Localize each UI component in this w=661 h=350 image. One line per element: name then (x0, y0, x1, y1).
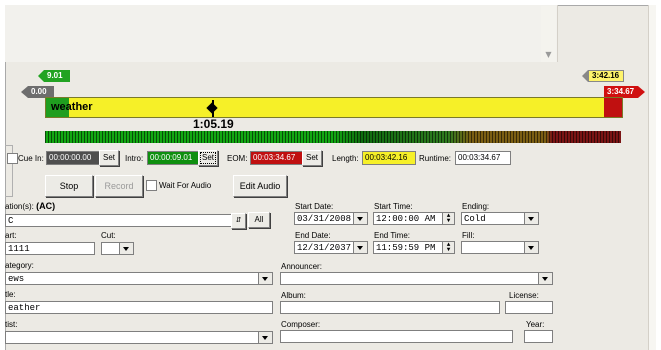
eom-set-button[interactable]: Set (302, 150, 322, 166)
fill-select[interactable] (461, 241, 539, 254)
cut-label: Cut: (101, 231, 116, 240)
audio-cart-editor: ▼ 9.01 0.00 3:42.16 3:34.67 weather 1:05… (0, 0, 661, 350)
intro-label: Intro: (125, 154, 144, 163)
year-input[interactable] (524, 330, 553, 343)
waveform-title: weather (51, 101, 93, 113)
announcer-select[interactable] (280, 272, 553, 285)
position-time: 1:05.19 (193, 117, 234, 131)
notes-scrollbar[interactable]: ▼ (541, 6, 556, 62)
eom-time: 00:03:34.67 (250, 151, 304, 165)
waveform-bar[interactable]: weather (45, 97, 623, 118)
end-time-value: 11:59:59 PM (376, 243, 436, 253)
stations-label: ation(s): (AC) (5, 201, 55, 211)
level-meter (45, 131, 621, 143)
album-input[interactable] (280, 301, 500, 314)
composer-input[interactable] (280, 330, 513, 343)
start-date-dropdown-icon[interactable] (353, 213, 367, 224)
cue-in-time: 00:00:00.00 (46, 151, 100, 165)
announcer-label: Announcer: (281, 262, 322, 271)
length-marker-flag[interactable]: 3:42.16 (582, 70, 624, 82)
cart-label: art: (5, 231, 17, 240)
fill-label: Fill: (462, 231, 475, 240)
category-label: ategory: (5, 261, 34, 270)
end-date-label: End Date: (295, 231, 331, 240)
end-time-spin-icon[interactable]: ▲ ▼ (442, 242, 454, 253)
year-label: Year: (526, 320, 545, 329)
ending-dropdown-icon[interactable] (524, 213, 538, 224)
start-time-picker[interactable]: 12:00:00 AM ▲ ▼ (373, 212, 455, 225)
runtime-label: Runtime: (419, 154, 452, 163)
cue-in-checkbox[interactable] (7, 153, 18, 164)
license-input[interactable] (505, 301, 553, 314)
stations-input-text: C (8, 216, 14, 226)
title-label: tle: (5, 290, 16, 299)
category-value: ews (8, 274, 25, 284)
record-button[interactable]: Record (95, 175, 143, 197)
notes-area[interactable] (5, 5, 558, 62)
start-date-value: 03/31/2008 (297, 214, 352, 224)
stop-button[interactable]: Stop (45, 175, 93, 197)
start-time-label: Start Time: (374, 202, 413, 211)
intro-marker-flag[interactable]: 9.01 (38, 70, 70, 82)
composer-label: Composer: (281, 320, 321, 329)
length-label: Length: (332, 154, 359, 163)
stations-label-text: ation(s): (5, 202, 34, 211)
cart-input[interactable]: 1111 (5, 242, 95, 255)
cue-in-label: Cue In: (18, 154, 44, 163)
end-date-picker[interactable]: 12/31/2037 (294, 241, 368, 254)
stations-value: (AC) (36, 201, 56, 211)
cart-input-text: 1111 (8, 244, 30, 254)
fill-dropdown-icon[interactable] (524, 242, 538, 253)
end-time-picker[interactable]: 11:59:59 PM ▲ ▼ (373, 241, 455, 254)
length-time: 00:03:42.16 (362, 151, 416, 165)
start-date-label: Start Date: (295, 202, 334, 211)
announcer-dropdown-icon[interactable] (538, 273, 552, 284)
category-dropdown-icon[interactable] (258, 273, 272, 284)
ending-label: Ending: (462, 202, 490, 211)
artist-select[interactable] (5, 331, 273, 344)
stations-input[interactable]: C (5, 214, 246, 227)
title-input[interactable]: eather (5, 301, 273, 314)
stations-spin-icon[interactable]: ⇵ (231, 213, 246, 229)
license-label: License: (509, 291, 539, 300)
wait-for-audio-label: Wait For Audio (159, 181, 212, 190)
title-input-text: eather (8, 303, 41, 313)
right-divider (648, 5, 656, 350)
album-label: Album: (281, 291, 306, 300)
cut-select[interactable] (101, 242, 134, 255)
end-date-value: 12/31/2037 (297, 243, 352, 253)
intro-time: 00:00:09.01 (147, 151, 199, 165)
end-date-dropdown-icon[interactable] (353, 242, 367, 253)
runtime-time: 00:03:34.67 (455, 151, 511, 165)
eom-region (604, 98, 622, 117)
start-date-picker[interactable]: 03/31/2008 (294, 212, 368, 225)
cut-dropdown-icon[interactable] (119, 243, 133, 254)
start-time-value: 12:00:00 AM (376, 214, 436, 224)
all-stations-button[interactable]: All (248, 212, 270, 228)
end-time-label: End Time: (374, 231, 411, 240)
artist-label: tist: (5, 320, 18, 329)
artist-dropdown-icon[interactable] (258, 332, 272, 343)
ending-select[interactable]: Cold (461, 212, 539, 225)
eom-label: EOM: (227, 154, 248, 163)
start-time-spin-icon[interactable]: ▲ ▼ (442, 213, 454, 224)
intro-set-button[interactable]: Set (198, 150, 218, 166)
scroll-down-icon[interactable]: ▼ (541, 50, 556, 60)
cue-in-set-button[interactable]: Set (99, 150, 119, 166)
edit-audio-button[interactable]: Edit Audio (233, 175, 287, 197)
wait-for-audio-checkbox[interactable] (146, 180, 157, 191)
category-select[interactable]: ews (5, 272, 273, 285)
ending-value: Cold (464, 214, 486, 224)
